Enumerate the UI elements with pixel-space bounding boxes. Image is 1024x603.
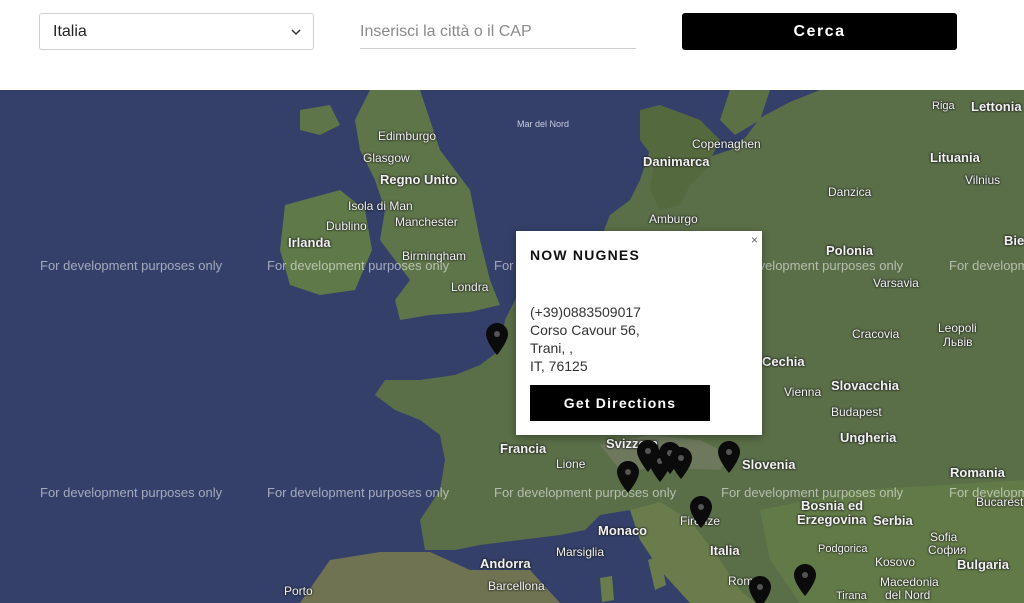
map-pin-icon[interactable] [617, 461, 639, 493]
map-label-serbia: Serbia [873, 513, 913, 528]
map-label-ungheria: Ungheria [840, 430, 897, 445]
map-label-porto: Porto [284, 584, 313, 598]
map-label-danzica: Danzica [828, 185, 872, 199]
close-icon[interactable]: × [751, 233, 758, 247]
map-label-sea: Mar del Nord [517, 119, 570, 129]
dev-watermark: For development purposes only [40, 258, 223, 273]
map-label-romania: Romania [950, 465, 1005, 480]
map-label-amburgo: Amburgo [649, 212, 698, 226]
map-label-monaco: Monaco [598, 523, 648, 538]
dev-watermark: For development purposes only [40, 485, 223, 500]
search-button[interactable]: Cerca [682, 13, 957, 50]
store-city: Trani, , [530, 340, 574, 356]
map-label-vilnius: Vilnius [965, 173, 1001, 187]
map-label-lettonia: Lettonia [971, 99, 1022, 114]
map-label-edimburgo: Edimburgo [378, 129, 437, 143]
map-label-isola-di-man: Isola di Man [348, 199, 413, 213]
store-name: NOW NUGNES [530, 247, 640, 263]
map-label-marsiglia: Marsiglia [556, 545, 605, 559]
map-label-lione: Lione [556, 457, 586, 471]
chevron-down-icon [291, 29, 301, 36]
store-info-popup: × NOW NUGNES (+39)0883509017 Corso Cavou… [516, 231, 762, 435]
map-label-cracovia: Cracovia [852, 327, 900, 341]
map-label-varsavia: Varsavia [873, 276, 919, 290]
map-base [280, 90, 1024, 603]
map-label-kosovo: Kosovo [875, 555, 916, 569]
dev-watermark: For development purposes only [949, 485, 1024, 500]
dev-watermark: For development purposes only [494, 485, 677, 500]
map-label-irlanda: Irlanda [288, 235, 331, 250]
dev-watermark: For development purposes only [721, 485, 904, 500]
map-pin-icon[interactable] [749, 576, 771, 603]
map-label-leopoli: Leopoli [938, 321, 977, 335]
map-label-glasgow: Glasgow [363, 151, 410, 165]
map-label-cechia: Cechia [762, 354, 805, 369]
map-label-andorra: Andorra [480, 556, 531, 571]
map-label-bulgaria: Bulgaria [957, 557, 1010, 572]
city-zip-input[interactable] [360, 16, 636, 49]
store-country-zip: IT, 76125 [530, 358, 588, 374]
map-label-cofna: София [928, 543, 967, 557]
map-label-sofia: Sofia [930, 530, 958, 544]
map-label-barcellona: Barcellona [488, 579, 545, 593]
map-label-slovacchia: Slovacchia [831, 378, 899, 393]
map-label-polonia: Polonia [826, 243, 873, 258]
map-label-riga: Riga [932, 100, 955, 112]
map-label-slovenia: Slovenia [742, 457, 796, 472]
dev-watermark: For development purposes only [267, 258, 450, 273]
map-label-budapest: Budapest [831, 405, 882, 419]
map-label-italia: Italia [710, 543, 740, 558]
map-label-erzegovina: Erzegovina [797, 512, 867, 527]
dev-watermark: For development purposes only [267, 485, 450, 500]
get-directions-button[interactable]: Get Directions [530, 385, 710, 421]
store-phone: (+39)0883509017 [530, 304, 641, 320]
store-locator-map[interactable]: Mar del Nord Riga Lettonia Edimburgo Gla… [0, 90, 1024, 603]
map-pin-icon[interactable] [670, 447, 692, 479]
map-label-lituania: Lituania [930, 150, 980, 165]
map-pin-icon[interactable] [794, 564, 816, 596]
map-label-podgorica: Podgorica [818, 543, 868, 555]
map-label-copenaghen: Copenaghen [692, 137, 761, 151]
map-pin-icon[interactable] [486, 323, 508, 355]
map-label-vienna: Vienna [784, 385, 822, 399]
map-label-manchester: Manchester [395, 215, 458, 229]
map-label-del-nord: del Nord [885, 588, 931, 602]
map-label-francia: Francia [500, 441, 547, 456]
country-select[interactable]: Italia [39, 13, 314, 50]
map-label-dublino: Dublino [326, 219, 367, 233]
store-search-bar: Italia Cerca [0, 0, 1024, 90]
map-label-regno-unito: Regno Unito [380, 172, 458, 187]
map-label-danimarca: Danimarca [643, 154, 710, 169]
map-label-lvb: Львів [943, 335, 973, 349]
store-address: Corso Cavour 56, [530, 322, 640, 338]
country-select-value: Italia [53, 23, 87, 40]
map-label-bie: Bie [1004, 233, 1024, 248]
dev-watermark: For development purposes only [949, 258, 1024, 273]
map-label-tirana: Tirana [836, 590, 867, 602]
map-pin-icon[interactable] [690, 496, 712, 528]
map-pin-icon[interactable] [718, 441, 740, 473]
map-label-londra: Londra [451, 280, 489, 294]
map-label-bosnia: Bosnia ed [801, 498, 864, 513]
map-label-macedonia: Macedonia [880, 575, 939, 589]
